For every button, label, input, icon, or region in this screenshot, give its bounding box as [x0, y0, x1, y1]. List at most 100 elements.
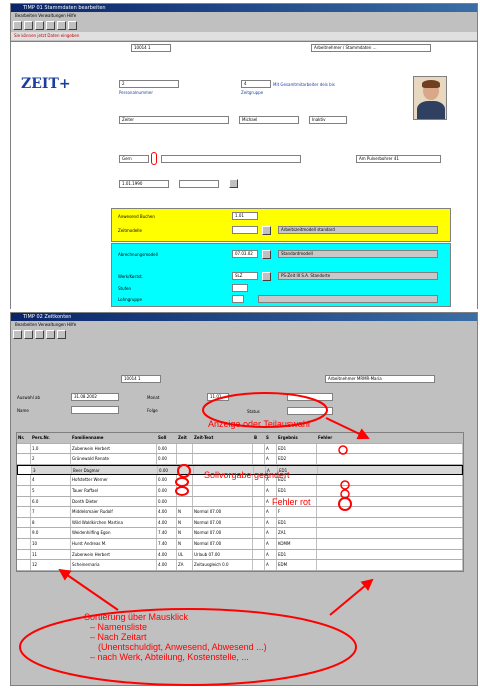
group-label: Zeitgruppe — [241, 90, 264, 95]
table-row[interactable]: 11 Zuberwein Herbert 4.00 UL Urlaub 07.00 A ED… — [17, 549, 463, 561]
table-row[interactable]: 6.0 Donth Dieter 0.00 A — [17, 496, 463, 508]
cyan-row-value[interactable] — [232, 284, 248, 292]
sort-item: – Nach Zeitart — [90, 632, 147, 642]
lookup-button[interactable] — [262, 272, 271, 281]
table-cell — [317, 507, 463, 517]
filter-name-field[interactable] — [71, 406, 119, 414]
table-row[interactable]: 10 Hurst Andreas M. 7.40 N Normal 07.00 A KOMM — [17, 538, 463, 550]
table-cell — [317, 475, 463, 485]
print-button[interactable] — [57, 21, 66, 30]
yellow-row-value[interactable] — [232, 226, 258, 234]
sort-title: Sortierung über Mausklick — [84, 612, 189, 622]
title-field[interactable]: Inaktiv — [309, 116, 347, 124]
column-header[interactable]: Zeit-Text — [193, 433, 253, 443]
personnel-number-field[interactable]: 2 — [119, 80, 179, 88]
table-cell: 4.00 — [157, 560, 177, 570]
context-field[interactable]: Arbeitnehmer / Stammdaten ... — [311, 44, 431, 52]
delete-button[interactable] — [35, 330, 44, 339]
cyan-row-label: Stufen — [118, 286, 132, 291]
print-button[interactable] — [57, 330, 66, 339]
table-cell: 7.40 — [157, 528, 177, 538]
table-cell: ED1 — [277, 443, 317, 454]
first-name-field[interactable]: Michael — [239, 116, 299, 124]
table-cell: Zuberwein Herbert — [71, 443, 157, 454]
save-button[interactable] — [24, 21, 33, 30]
required-marker-icon — [151, 152, 157, 165]
yellow-row-desc: Arbeitszeitmodell standard — [278, 226, 438, 234]
date-field[interactable]: 1.01.1990 — [119, 180, 169, 188]
filter-select-field[interactable] — [287, 407, 333, 415]
filter-select-field[interactable] — [287, 393, 333, 401]
table-cell: ED2 — [277, 454, 317, 464]
address-middle-field[interactable] — [161, 155, 301, 163]
column-header[interactable]: Nr. — [17, 433, 31, 443]
column-header[interactable]: Zeit — [177, 433, 193, 443]
table-row[interactable]: 1.0 Zuberwein Herbert 0.00 A ED1 — [17, 443, 463, 455]
table-cell: Weidenhilfing Egon — [71, 528, 157, 538]
column-header[interactable]: Soll — [157, 433, 177, 443]
cyan-row-value[interactable] — [232, 295, 244, 303]
annotation-error-red: Fehler rot — [272, 497, 311, 507]
table-row[interactable]: 2 Grünewald Renate 0.00 A ED2 — [17, 454, 463, 465]
table-cell: 0.00 — [157, 496, 177, 507]
table-cell — [17, 454, 31, 464]
column-header[interactable]: Fehler — [317, 433, 463, 443]
record-nav-field[interactable]: 10014 1 — [131, 44, 171, 52]
cyan-row-label: Abrechnungsmodell — [118, 252, 158, 257]
search-button[interactable] — [46, 21, 55, 30]
last-name-field[interactable]: Zeiter — [119, 116, 229, 124]
master-data-window: TIMP 01 Stammdaten bearbeiten Bearbeiten… — [10, 3, 478, 310]
address-right-field[interactable]: Am Pulverbohrer 41 — [356, 155, 441, 163]
cyan-row-value[interactable]: 07.03.02 — [232, 250, 258, 258]
table-row[interactable]: 12 Scheinernaria 4.00 ZA Zeitausgleich 0.0 A E… — [17, 560, 463, 571]
cyan-row-desc: PS-Zeit III S.A. Standorte — [278, 272, 438, 280]
calendar-button[interactable] — [229, 179, 238, 188]
column-header[interactable]: B — [253, 433, 265, 443]
delete-button[interactable] — [35, 21, 44, 30]
menu-bar[interactable]: Bearbeiten Verwaltungen Hilfe — [11, 12, 477, 19]
table-cell: 7.40 — [157, 538, 177, 549]
save-button[interactable] — [24, 330, 33, 339]
column-header[interactable]: Pers.Nr. — [31, 433, 71, 443]
table-row[interactable]: 8 Wild Waldkirchen Martina 4.00 N Normal 07.… — [17, 517, 463, 529]
address-left-field[interactable]: Gern — [119, 155, 149, 163]
table-cell — [193, 485, 253, 496]
table-cell — [17, 538, 31, 549]
table-cell: 11 — [31, 549, 71, 560]
table-cell: Donth Dieter — [71, 496, 157, 507]
new-button[interactable] — [13, 21, 22, 30]
lookup-button[interactable] — [262, 226, 271, 235]
group-field[interactable]: 4 — [241, 80, 271, 88]
column-header[interactable]: Ergebnis — [277, 433, 317, 443]
yellow-row-value[interactable]: 1.01 — [232, 212, 258, 220]
table-cell — [17, 496, 31, 507]
table-cell: 6.0 — [31, 496, 71, 507]
filter-period-field[interactable]: 11.01 — [207, 393, 229, 401]
lookup-button[interactable] — [262, 250, 271, 259]
filter-from-field[interactable]: 31.08.2002 — [71, 393, 119, 401]
table-cell — [253, 496, 265, 507]
yellow-row-label: Anwesend Buchen — [118, 214, 155, 219]
table-cell: A — [265, 517, 277, 528]
group-description: Mit Gesamtmitarbeiter deis bis — [273, 82, 335, 87]
table-cell — [17, 485, 31, 496]
table-cell: A — [265, 528, 277, 538]
column-header[interactable]: Familienname — [71, 433, 157, 443]
table-row[interactable]: 9.0 Weidenhilfing Egon 7.40 N Normal 07.00 A Z… — [17, 528, 463, 539]
record-nav-field[interactable]: 10014 1 — [121, 375, 161, 383]
table-cell: 2 — [31, 454, 71, 464]
search-button[interactable] — [46, 330, 55, 339]
cyan-row-value[interactable]: SLZ — [232, 272, 258, 280]
table-cell — [253, 528, 265, 538]
new-button[interactable] — [13, 330, 22, 339]
table-row[interactable]: 7 Middelsmaier Rudolf 4.00 N Normal 07.00 A F — [17, 507, 463, 518]
table-cell — [317, 538, 463, 549]
table-row[interactable]: 5 Tauer Raffael 0.00 A ED1 — [17, 485, 463, 497]
menu-bar[interactable]: Bearbeiten Verwaltungen Hilfe — [11, 321, 477, 328]
table-cell — [17, 549, 31, 560]
column-header[interactable]: S — [265, 433, 277, 443]
date-extra-field[interactable] — [179, 180, 219, 188]
help-button[interactable] — [68, 21, 77, 30]
context-field[interactable]: Arbeitnehmer MRMR-Maria — [325, 375, 435, 383]
toolbar — [11, 19, 477, 32]
